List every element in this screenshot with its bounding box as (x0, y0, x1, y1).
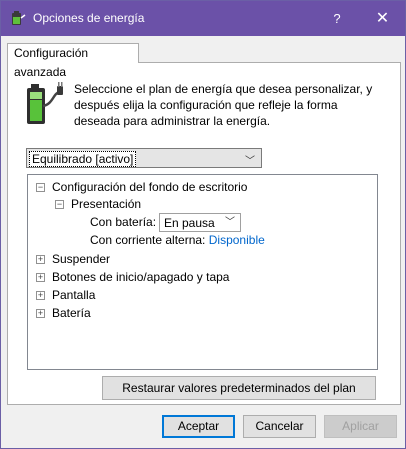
close-button[interactable]: ✕ (360, 1, 405, 36)
ac-setting-row: Con corriente alterna: Disponible (90, 232, 265, 248)
chevron-down-icon: ﹀ (245, 156, 255, 167)
expand-icon[interactable]: + (36, 255, 45, 264)
settings-tree[interactable]: − Configuración del fondo de escritorio … (27, 174, 378, 370)
ac-setting-label: Con corriente alterna: (90, 233, 206, 247)
ac-setting-value-link[interactable]: Disponible (209, 233, 265, 247)
tree-item-slideshow[interactable]: Presentación (71, 196, 141, 212)
power-options-icon (12, 11, 26, 25)
battery-plug-icon (27, 82, 63, 124)
tree-item-desktop-background[interactable]: Configuración del fondo de escritorio (52, 179, 247, 195)
battery-setting-dropdown[interactable]: En pausa ﹀ (159, 213, 241, 232)
description-text: Seleccione el plan de energía que desea … (74, 82, 373, 128)
power-plan-dropdown[interactable]: Equilibrado [activo] ﹀ (26, 148, 262, 168)
apply-button[interactable]: Aplicar (324, 415, 397, 438)
help-button[interactable]: ? (317, 1, 357, 36)
expand-icon[interactable]: + (36, 291, 45, 300)
window-title: Opciones de energía (33, 11, 145, 25)
collapse-icon[interactable]: − (55, 200, 64, 209)
ok-button[interactable]: Aceptar (162, 415, 235, 438)
power-plan-value: Equilibrado [activo] (29, 151, 137, 167)
restore-defaults-button[interactable]: Restaurar valores predeterminados del pl… (102, 376, 376, 400)
expand-icon[interactable]: + (36, 309, 45, 318)
expand-icon[interactable]: + (36, 273, 45, 282)
tree-item-sleep[interactable]: Suspender (52, 251, 110, 267)
battery-setting-label: Con batería: (90, 215, 157, 229)
power-options-window: Opciones de energía ? ✕ Configuración av… (0, 0, 406, 449)
collapse-icon[interactable]: − (36, 183, 45, 192)
tree-item-battery[interactable]: Batería (52, 305, 91, 321)
tree-item-power-buttons[interactable]: Botones de inicio/apagado y tapa (52, 269, 229, 285)
battery-setting-value: En pausa (164, 216, 215, 230)
title-bar[interactable]: Opciones de energía ? ✕ (1, 1, 405, 36)
cancel-button[interactable]: Cancelar (243, 415, 316, 438)
tab-advanced-settings[interactable]: Configuración avanzada (7, 43, 139, 79)
chevron-down-icon: ﹀ (225, 217, 235, 228)
tree-item-display[interactable]: Pantalla (52, 287, 95, 303)
